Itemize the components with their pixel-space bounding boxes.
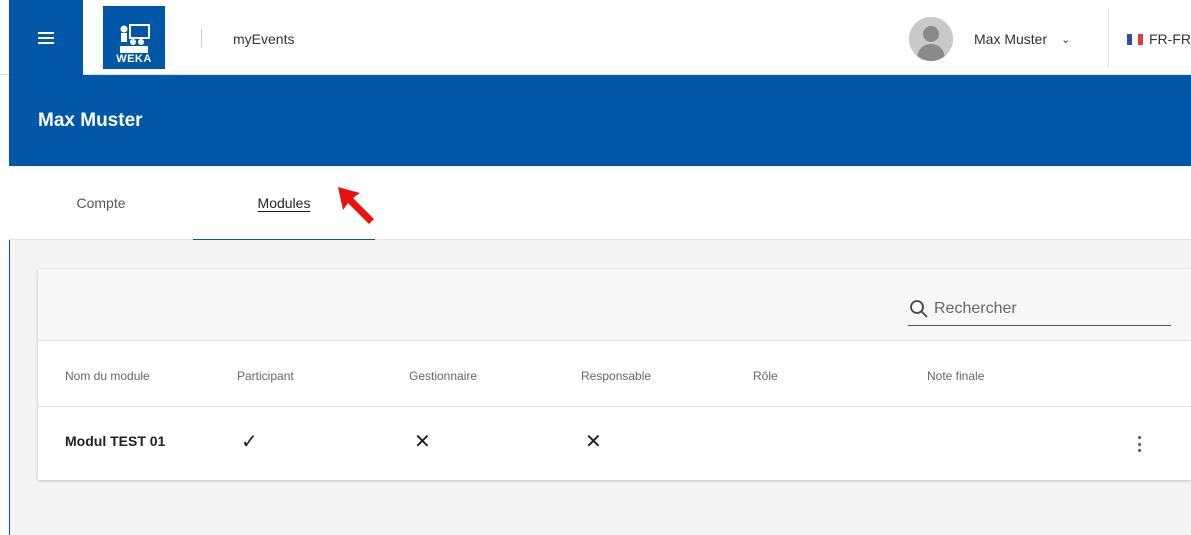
- column-header-name[interactable]: Nom du module: [65, 369, 150, 383]
- tab-compte[interactable]: Compte: [9, 166, 193, 240]
- language-selector[interactable]: FR-FR: [1127, 31, 1191, 47]
- language-label: FR-FR: [1149, 31, 1191, 47]
- page-title: Max Muster: [38, 110, 143, 131]
- tab-bar: Compte Modules: [9, 166, 1191, 241]
- column-header-participant[interactable]: Participant: [237, 369, 294, 383]
- chevron-down-icon: ⌄: [1061, 33, 1071, 46]
- participant-check-icon: ✓: [241, 431, 258, 453]
- user-menu[interactable]: Max Muster ⌄: [909, 17, 1070, 61]
- title-separator: [201, 29, 202, 47]
- lang-separator: [1108, 9, 1109, 67]
- responsable-cross-icon: ✕: [585, 431, 602, 453]
- search-icon: [910, 300, 928, 318]
- table-row[interactable]: Modul TEST 01 ✓ ✕ ✕: [38, 407, 1191, 480]
- red-arrow-icon: [338, 187, 374, 224]
- hamburger-icon: [38, 31, 54, 44]
- weka-logo[interactable]: WEKA: [103, 6, 165, 69]
- logo-text: WEKA: [116, 53, 152, 65]
- modules-card: Nom du module Participant Gestionnaire R…: [38, 269, 1191, 480]
- france-flag-icon: [1127, 33, 1143, 45]
- gestionnaire-cross-icon: ✕: [414, 431, 431, 453]
- card-toolbar: [38, 269, 1191, 341]
- top-bar: WEKA myEvents Max Muster ⌄ FR-FR: [0, 0, 1191, 75]
- table-header: Nom du module Participant Gestionnaire R…: [38, 341, 1191, 407]
- column-header-gestionnaire[interactable]: Gestionnaire: [409, 369, 477, 383]
- user-name: Max Muster: [974, 31, 1048, 47]
- content-area: Nom du module Participant Gestionnaire R…: [10, 240, 1191, 535]
- module-name: Modul TEST 01: [65, 433, 166, 449]
- app-title: myEvents: [233, 31, 295, 47]
- user-avatar-icon: [909, 17, 953, 61]
- column-header-responsable[interactable]: Responsable: [581, 369, 651, 383]
- menu-button[interactable]: [9, 0, 83, 75]
- column-header-note-finale[interactable]: Note finale: [927, 369, 984, 383]
- presenter-icon: [120, 24, 150, 53]
- search-box[interactable]: [908, 293, 1171, 326]
- more-vertical-icon[interactable]: [1131, 432, 1147, 456]
- page-header: Max Muster: [9, 75, 1191, 166]
- search-input[interactable]: [934, 300, 1154, 318]
- column-header-role[interactable]: Rôle: [753, 369, 778, 383]
